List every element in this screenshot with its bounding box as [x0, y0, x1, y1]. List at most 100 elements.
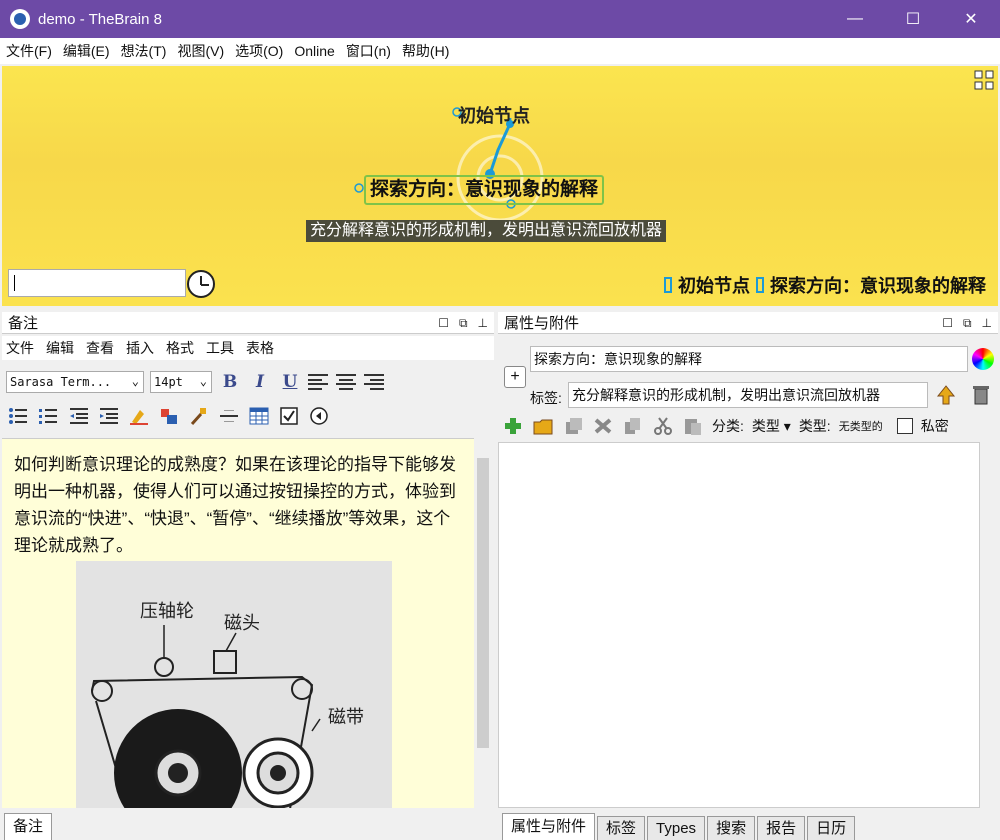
- thought-name-field[interactable]: 探索方向：意识现象的解释: [530, 346, 968, 372]
- tape-head-diagram-image: 压轴轮 磁头 磁带: [76, 561, 392, 808]
- menu-online[interactable]: Online: [294, 43, 334, 59]
- node-left-gate-icon: [354, 183, 364, 193]
- copy-icon[interactable]: [622, 416, 644, 436]
- clock-icon[interactable]: [187, 270, 215, 298]
- open-folder-icon[interactable]: [532, 416, 554, 436]
- type-value[interactable]: 无类型的: [839, 418, 883, 434]
- insert-table-icon[interactable]: [248, 406, 270, 426]
- tab-types[interactable]: Types: [647, 816, 706, 840]
- label-caption: 标签:: [530, 390, 562, 406]
- tab-search[interactable]: 搜索: [707, 816, 756, 840]
- menu-help[interactable]: 帮助(H): [402, 41, 449, 61]
- pin-icon: [664, 277, 672, 293]
- notes-menu-insert[interactable]: 插入: [126, 338, 154, 358]
- tab-notes[interactable]: 备注: [4, 813, 53, 840]
- font-family-select[interactable]: Sarasa Term... ⌄: [6, 371, 144, 393]
- notes-scroll-thumb[interactable]: [477, 458, 489, 748]
- category-select[interactable]: 类型 ▾: [752, 416, 791, 436]
- panel-float-icon[interactable]: ⧉: [459, 316, 468, 331]
- align-left-icon[interactable]: [308, 374, 330, 390]
- numbered-list-icon[interactable]: [38, 406, 60, 426]
- delete-icon[interactable]: [592, 416, 614, 436]
- notes-menu-tools[interactable]: 工具: [206, 338, 234, 358]
- jump-arrow-icon[interactable]: [936, 384, 956, 406]
- menu-window[interactable]: 窗口(n): [346, 41, 391, 61]
- notes-menu-file[interactable]: 文件: [6, 338, 34, 358]
- bullet-list-icon[interactable]: [8, 406, 30, 426]
- label-head: 磁头: [224, 613, 260, 634]
- menu-view[interactable]: 视图(V): [177, 41, 224, 61]
- underline-button[interactable]: U: [278, 372, 302, 392]
- text-color-icon[interactable]: [158, 406, 180, 426]
- panel-float-icon[interactable]: ⧉: [963, 316, 972, 331]
- type-caption: 类型:: [798, 418, 831, 434]
- notes-menu-format[interactable]: 格式: [166, 338, 194, 358]
- notes-panel-title: 备注: [8, 315, 39, 332]
- attachments-list[interactable]: [498, 442, 980, 808]
- panel-pin-icon[interactable]: ⊥: [982, 316, 992, 330]
- private-checkbox[interactable]: [896, 418, 913, 434]
- menu-edit[interactable]: 编辑(E): [63, 41, 110, 61]
- close-button[interactable]: ✕: [942, 0, 1000, 38]
- window-title: demo - TheBrain 8: [38, 10, 162, 28]
- tab-tags[interactable]: 标签: [597, 816, 646, 840]
- expand-icon[interactable]: [974, 70, 994, 90]
- private-caption: 私密: [920, 418, 949, 434]
- category-value: 类型: [751, 418, 780, 434]
- chevron-down-icon: ⌄: [131, 374, 139, 388]
- plex-view[interactable]: 初始节点 探索方向：意识现象的解释 充分解释意识的形成机制，发明出意识流回放机器…: [2, 66, 998, 306]
- checkbox-icon[interactable]: [278, 406, 300, 426]
- tab-calendar[interactable]: 日历: [807, 816, 856, 840]
- outdent-icon[interactable]: [68, 406, 90, 426]
- bold-button[interactable]: B: [218, 372, 242, 392]
- label-tape: 磁带: [328, 707, 364, 728]
- title-bar: demo - TheBrain 8 — ☐ ✕: [0, 0, 1000, 38]
- link-icon[interactable]: [562, 416, 584, 436]
- add-attachment-icon[interactable]: [502, 416, 524, 436]
- notes-menu-edit[interactable]: 编辑: [46, 338, 74, 358]
- label-pinch-roller: 压轴轮: [140, 601, 194, 622]
- tab-reports[interactable]: 报告: [757, 816, 806, 840]
- menu-thought[interactable]: 想法(T): [121, 41, 167, 61]
- parent-thought-node[interactable]: 初始节点: [458, 102, 530, 128]
- notes-tab-strip: 备注: [4, 812, 54, 840]
- trash-icon[interactable]: [972, 384, 990, 406]
- highlight-icon[interactable]: [128, 406, 150, 426]
- thought-label-field[interactable]: 充分解释意识的形成机制，发明出意识流回放机器: [568, 382, 928, 408]
- active-thought-node[interactable]: 探索方向：意识现象的解释: [364, 175, 605, 205]
- menu-bar: 文件(F) 编辑(E) 想法(T) 视图(V) 选项(O) Online 窗口(…: [0, 38, 1000, 64]
- back-circle-icon[interactable]: [308, 406, 330, 426]
- align-center-icon[interactable]: [336, 374, 358, 390]
- panel-pin-icon[interactable]: ⊥: [478, 316, 488, 330]
- chevron-down-icon: ▾: [783, 418, 791, 434]
- menu-options[interactable]: 选项(O): [235, 41, 283, 61]
- plex-search-input[interactable]: [8, 269, 186, 297]
- pin-item[interactable]: 探索方向：意识现象的解释: [770, 272, 986, 298]
- maximize-button[interactable]: ☐: [884, 0, 942, 38]
- tab-properties[interactable]: 属性与附件: [502, 813, 596, 840]
- italic-button[interactable]: I: [248, 372, 272, 392]
- attachments-scrollbar[interactable]: [980, 442, 998, 808]
- minimize-button[interactable]: —: [826, 0, 884, 38]
- add-property-button[interactable]: +: [504, 366, 526, 388]
- pin-item[interactable]: 初始节点: [678, 272, 750, 298]
- cut-icon[interactable]: [652, 416, 674, 436]
- paste-icon[interactable]: [682, 416, 704, 436]
- panel-maximize-icon[interactable]: ☐: [942, 316, 953, 330]
- notes-menu-view[interactable]: 查看: [86, 338, 114, 358]
- notes-menu-table[interactable]: 表格: [246, 338, 274, 358]
- indent-icon[interactable]: [98, 406, 120, 426]
- properties-tab-strip: 属性与附件 标签 Types 搜索 报告 日历: [502, 812, 857, 840]
- font-size-select[interactable]: 14pt ⌄: [150, 371, 212, 393]
- menu-file[interactable]: 文件(F): [6, 41, 52, 61]
- panel-maximize-icon[interactable]: ☐: [438, 316, 449, 330]
- horizontal-rule-icon[interactable]: [218, 406, 240, 426]
- color-wheel-icon[interactable]: [972, 348, 994, 370]
- notes-format-toolbar: Sarasa Term... ⌄ 14pt ⌄ B I U: [2, 366, 494, 398]
- pin-icon: [756, 277, 764, 293]
- notes-scrollbar[interactable]: [474, 438, 492, 808]
- format-painter-icon[interactable]: [188, 406, 210, 426]
- notes-editor[interactable]: 如何判断意识理论的成熟度？如果在该理论的指导下能够发明出一种机器，使得人们可以通…: [2, 438, 474, 808]
- align-right-icon[interactable]: [364, 374, 386, 390]
- category-caption: 分类:: [712, 418, 744, 434]
